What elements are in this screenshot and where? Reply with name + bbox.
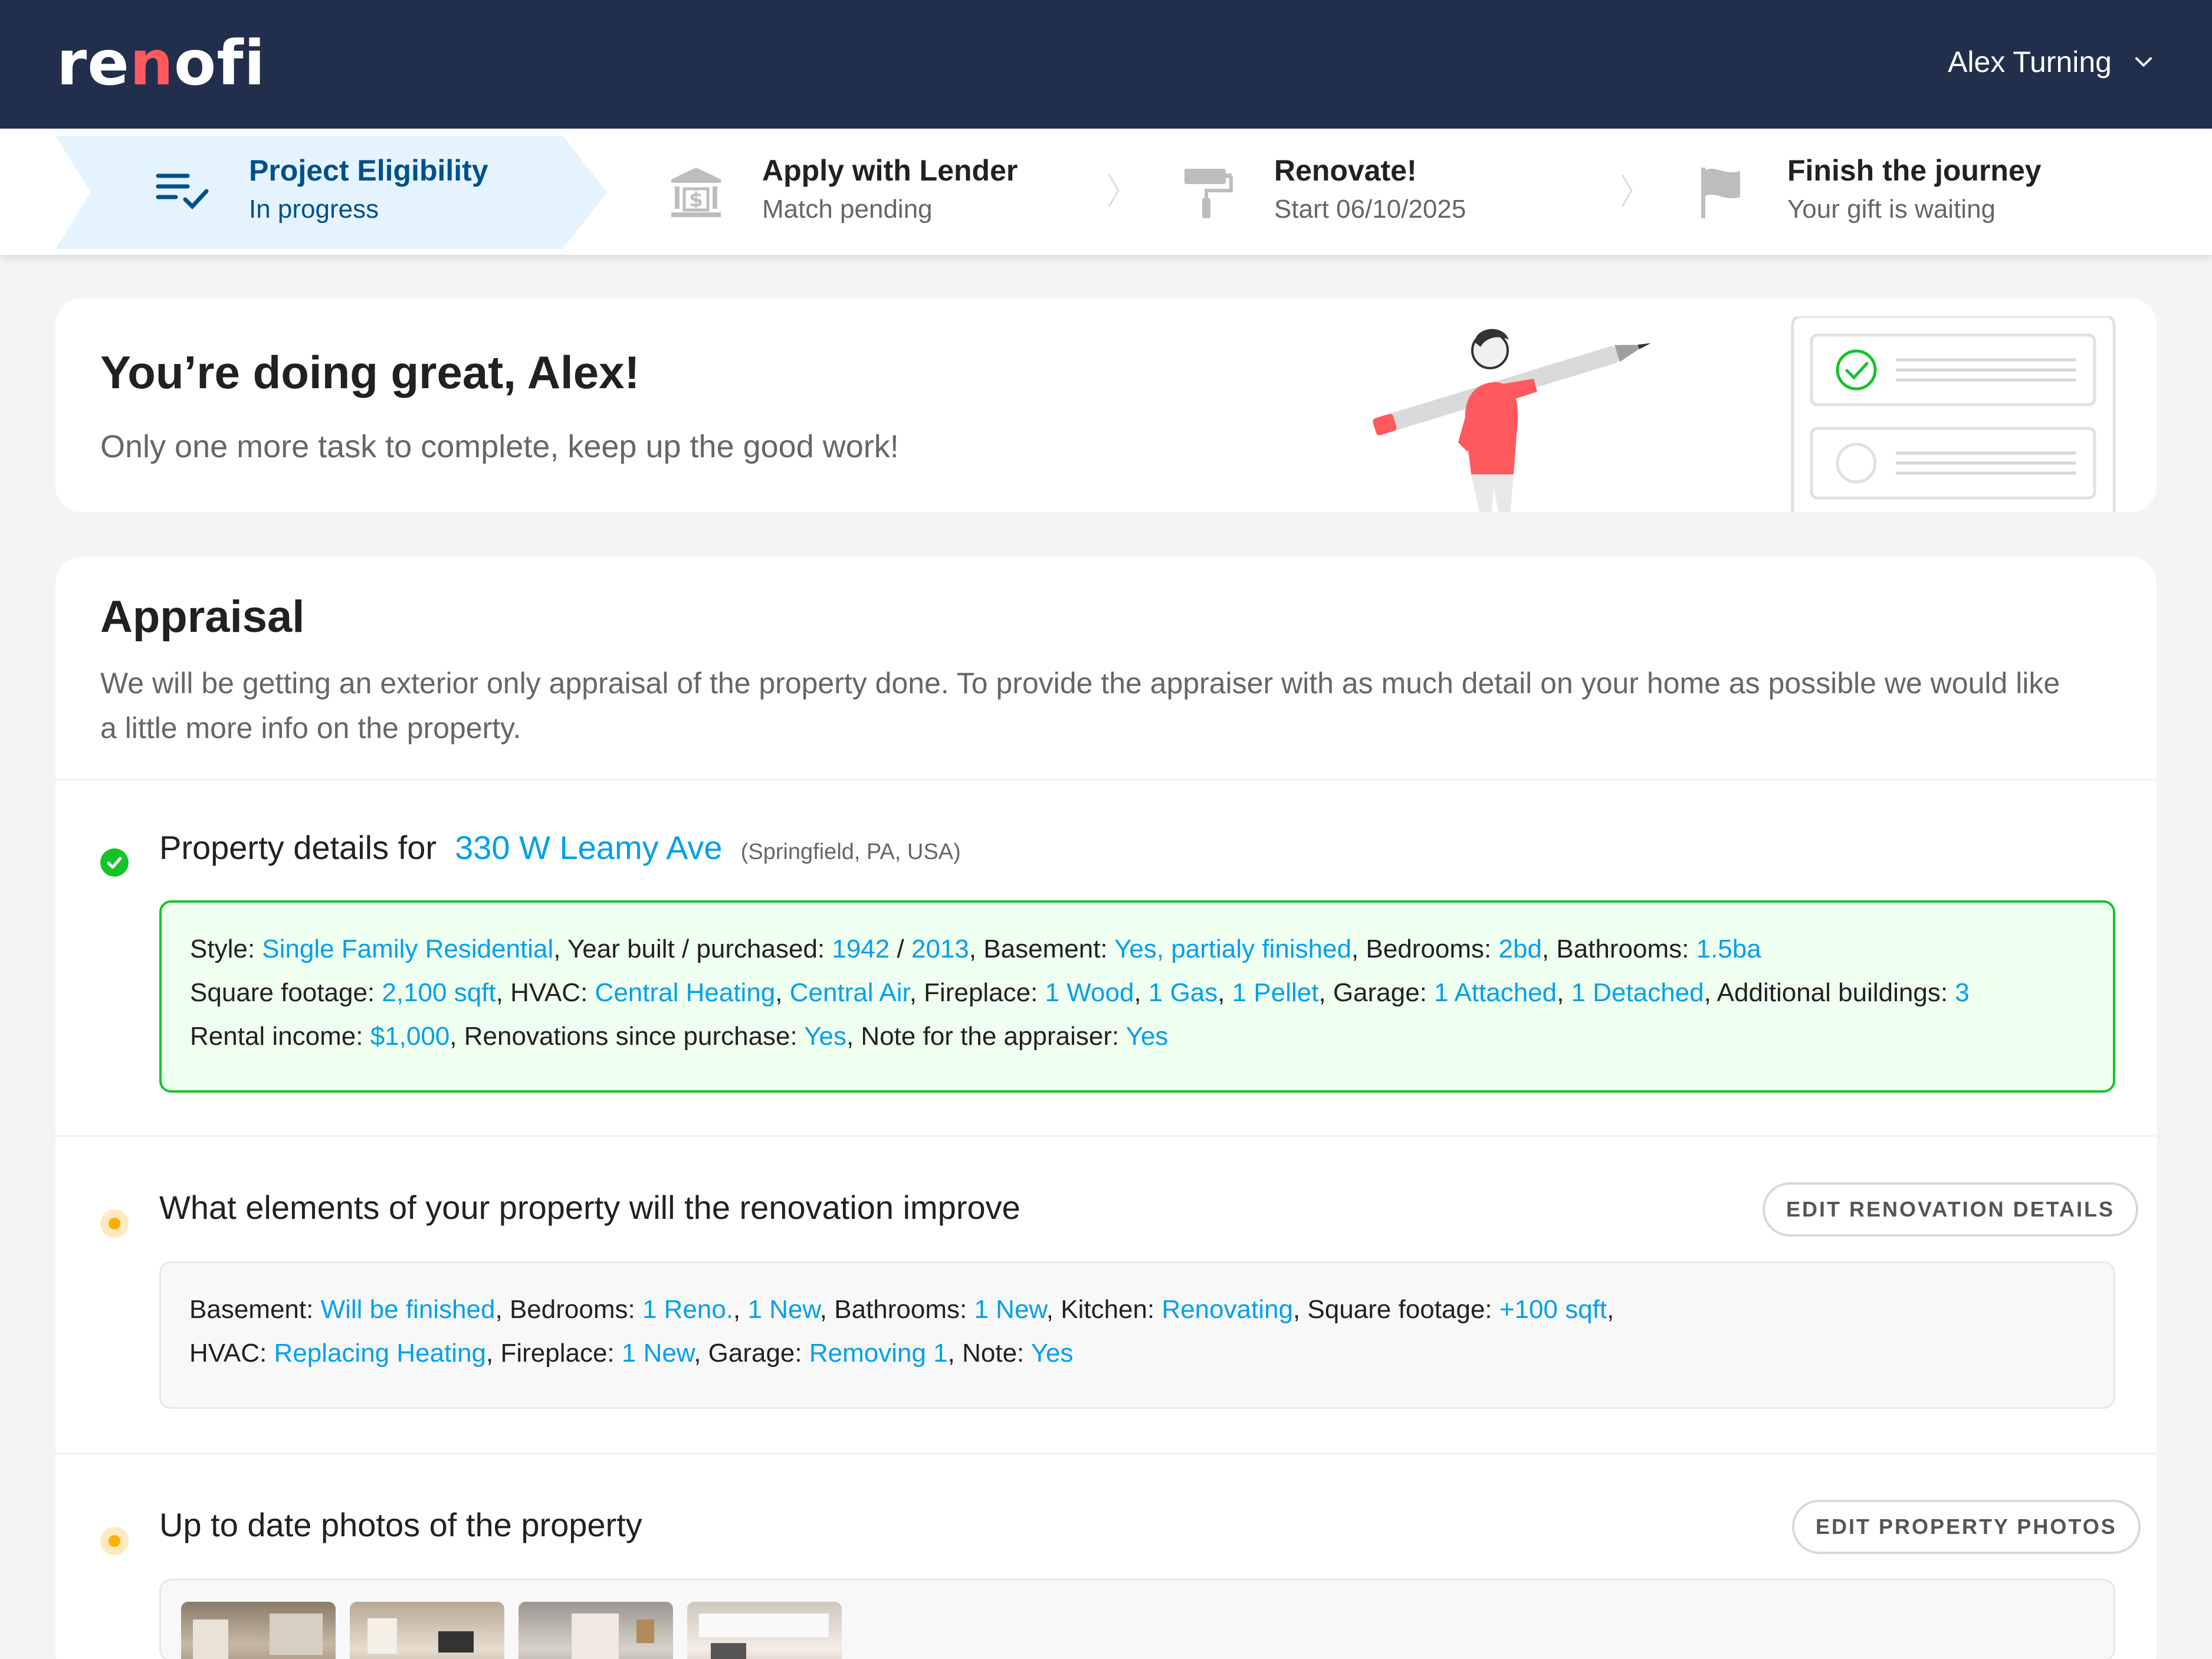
step-status: Your gift is waiting — [1787, 195, 1996, 224]
property-details-label: Property details for — [159, 829, 437, 866]
step-status: Start 06/10/2025 — [1274, 195, 1466, 224]
hero-title: You’re doing great, Alex! — [100, 346, 640, 398]
appraisal-description: We will be getting an exterior only appr… — [100, 667, 2060, 745]
renovation-details-line-1: Basement: Will be finished, Bedrooms: 1 … — [189, 1295, 1614, 1324]
step-title: Apply with Lender — [762, 154, 1018, 187]
check-circle-icon — [100, 848, 129, 877]
property-address-link[interactable]: 330 W Leamy Ave — [455, 829, 722, 866]
room-photo-icon — [572, 1614, 654, 1659]
property-details-line-2: Square footage: 2,100 sqft, HVAC: Centra… — [190, 978, 1970, 1007]
step-finish-journey[interactable]: Finish the journey Your gift is waiting — [1687, 129, 2159, 255]
appraisal-title: Appraisal — [100, 592, 305, 642]
property-photo[interactable] — [350, 1602, 504, 1659]
user-name: Alex Turning — [1948, 45, 2112, 78]
property-photo[interactable] — [518, 1602, 673, 1659]
appraisal-card: Appraisal We will be getting an exterior… — [55, 557, 2157, 1659]
property-details-line-1: Style: Single Family Residential, Year b… — [190, 935, 1761, 963]
edit-renovation-details-button[interactable]: EDIT RENOVATION DETAILS — [1763, 1182, 2139, 1237]
pending-dot-icon — [100, 1527, 129, 1555]
user-menu[interactable]: Alex Turning — [1948, 45, 2155, 79]
flag-icon — [1701, 168, 1740, 218]
svg-text:$: $ — [689, 188, 703, 212]
step-project-eligibility[interactable]: Project Eligibility In progress — [0, 129, 590, 255]
top-navbar: renofi Alex Turning — [0, 0, 2212, 129]
property-photo[interactable] — [687, 1602, 842, 1659]
encouragement-card: You’re doing great, Alex! Only one more … — [55, 299, 2157, 512]
property-details-box: Style: Single Family Residential, Year b… — [159, 900, 2115, 1093]
step-apply-with-lender[interactable]: $ Apply with Lender Match pending — [590, 129, 1109, 255]
step-separator-icon — [1621, 174, 1633, 207]
renovation-details-line-2: HVAC: Replacing Heating, Fireplace: 1 Ne… — [189, 1339, 1074, 1368]
person-with-pencil-illustration — [1373, 316, 2116, 512]
step-title: Finish the journey — [1787, 154, 2042, 187]
room-photo-icon — [367, 1618, 474, 1654]
renovation-heading: What elements of your property will the … — [159, 1189, 1020, 1226]
step-status: In progress — [249, 195, 379, 224]
chevron-down-icon — [2135, 57, 2152, 67]
property-location: (Springfield, PA, USA) — [740, 840, 961, 864]
divider — [55, 1453, 2157, 1454]
hero-subtitle: Only one more task to complete, keep up … — [100, 429, 899, 464]
bank-icon: $ — [671, 168, 721, 217]
property-details-line-3: Rental income: $1,000, Renovations since… — [190, 1022, 1169, 1051]
step-separator-icon — [1108, 174, 1120, 207]
photos-heading: Up to date photos of the property — [159, 1506, 642, 1543]
divider — [55, 1135, 2157, 1137]
room-photo-icon — [193, 1614, 323, 1659]
renofi-logo[interactable]: renofi — [57, 27, 265, 99]
step-title: Project Eligibility — [249, 154, 488, 187]
divider — [55, 779, 2157, 781]
edit-property-photos-button[interactable]: EDIT PROPERTY PHOTOS — [1792, 1500, 2141, 1554]
property-photos-strip — [159, 1579, 2115, 1659]
renovation-details-box: Basement: Will be finished, Bedrooms: 1 … — [159, 1261, 2115, 1409]
property-details-heading: Property details for 330 W Leamy Ave (Sp… — [159, 828, 961, 867]
property-photo[interactable] — [181, 1602, 336, 1659]
progress-steps: Project Eligibility In progress $ Apply … — [0, 129, 2212, 255]
pending-dot-icon — [100, 1209, 129, 1238]
step-status: Match pending — [762, 195, 933, 224]
step-renovate[interactable]: Renovate! Start 06/10/2025 — [1174, 129, 1622, 255]
step-title: Renovate! — [1274, 154, 1417, 187]
checklist-icon — [156, 173, 209, 210]
paint-roller-icon — [1184, 169, 1233, 218]
room-photo-icon — [699, 1614, 829, 1659]
